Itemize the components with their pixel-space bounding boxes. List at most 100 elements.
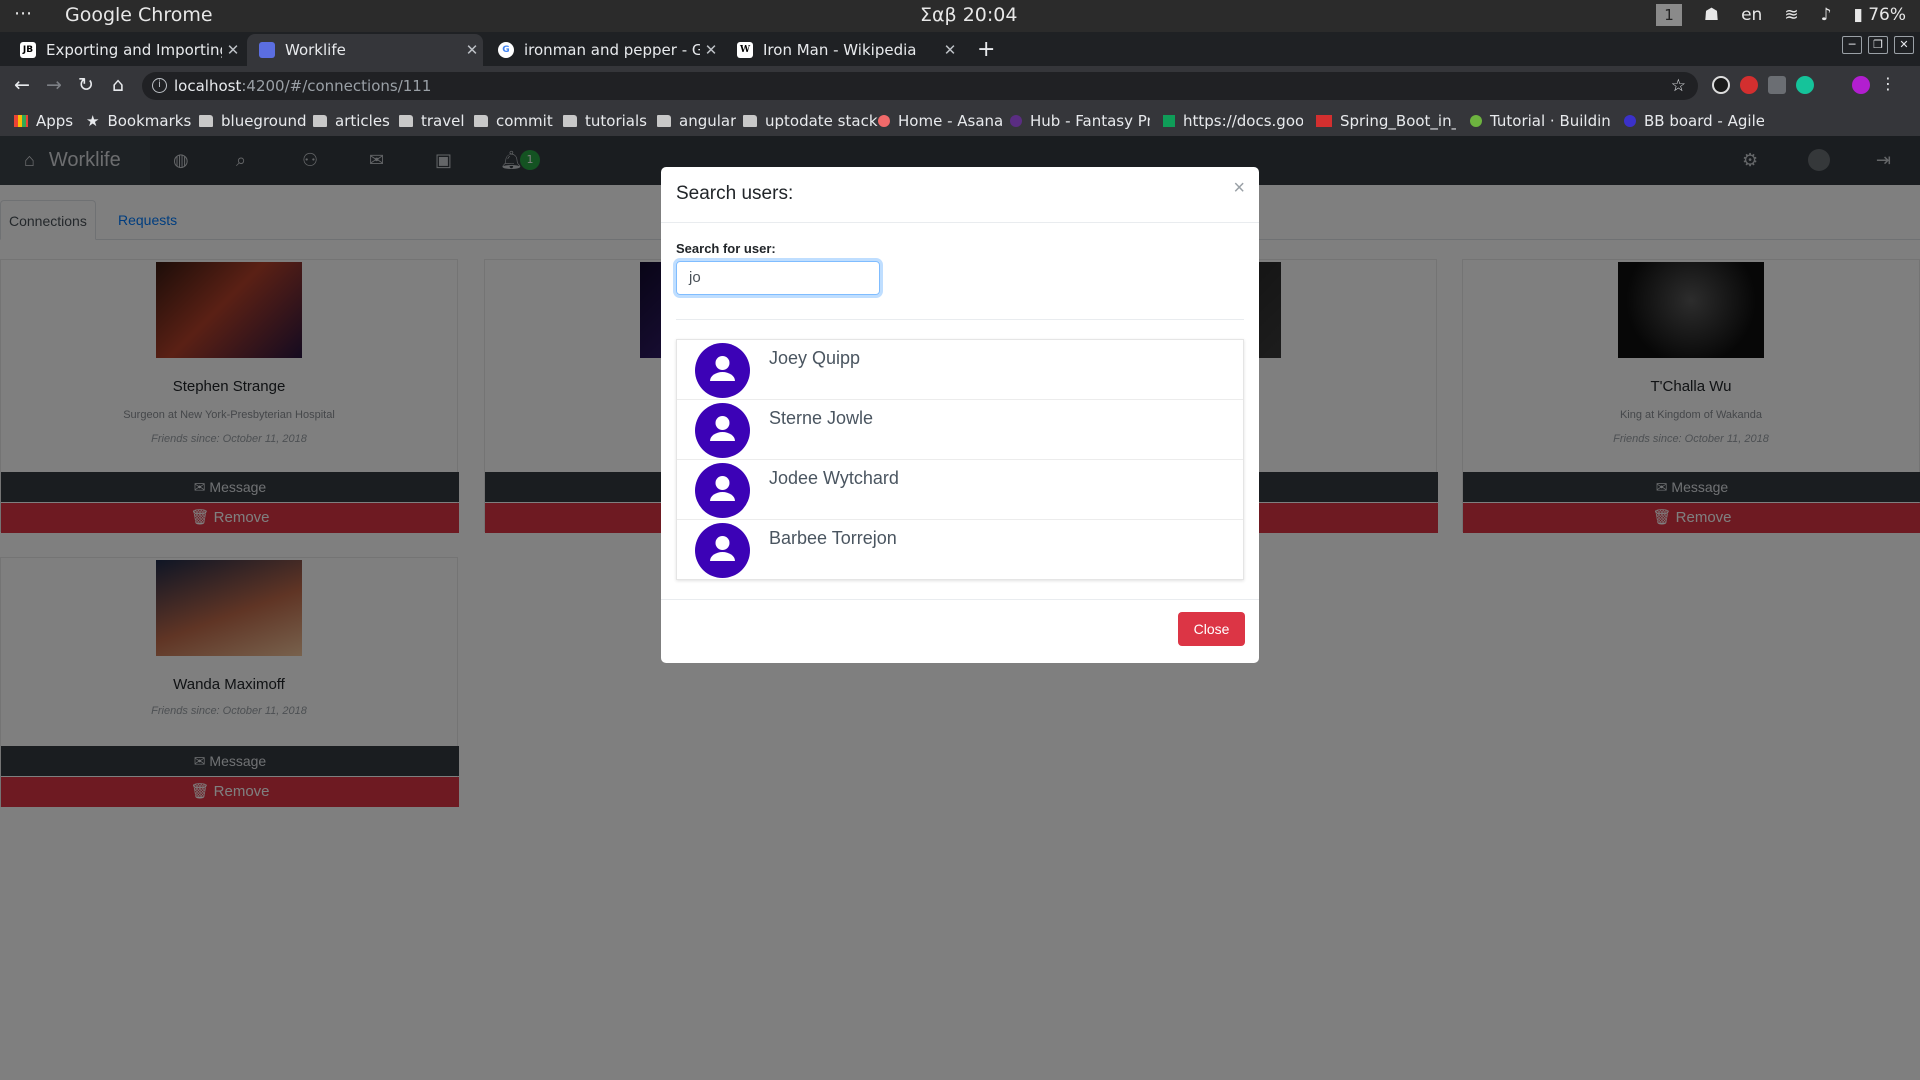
wifi-icon[interactable]: ≋ xyxy=(1784,5,1798,25)
asana-icon xyxy=(878,115,890,127)
home-icon[interactable]: ⌂ xyxy=(106,74,130,96)
google-favicon-icon: G xyxy=(498,42,514,58)
chrome-menu-icon[interactable]: ⋮ xyxy=(1880,76,1896,94)
search-result-item[interactable]: Joey Quipp xyxy=(677,340,1243,400)
google-sheets-icon xyxy=(1163,115,1175,127)
address-bar[interactable]: i localhost:4200/#/connections/111 ☆ xyxy=(142,72,1698,100)
result-name: Jodee Wytchard xyxy=(769,468,899,488)
bookmark-label: articles xyxy=(335,112,390,130)
forward-icon[interactable]: → xyxy=(42,74,66,96)
system-tray-icon[interactable]: ☗ xyxy=(1704,5,1719,25)
bookmark-folder[interactable]: articles xyxy=(313,112,390,130)
user-avatar-icon xyxy=(695,403,750,458)
folder-icon xyxy=(743,115,757,127)
folder-icon xyxy=(313,115,327,127)
workspace-indicator[interactable]: 1 xyxy=(1656,4,1682,26)
bookmark-label: Bookmarks xyxy=(107,112,192,130)
restore-icon[interactable]: ❐ xyxy=(1868,36,1888,54)
browser-tab-active[interactable]: Worklife ✕ xyxy=(247,34,483,66)
folder-icon xyxy=(474,115,488,127)
close-window-icon[interactable]: ✕ xyxy=(1894,36,1914,54)
bookmark-item[interactable]: Hub - Fantasy Pr xyxy=(1010,112,1150,130)
modal-title: Search users: xyxy=(676,183,794,204)
user-avatar-icon xyxy=(695,463,750,518)
browser-tab-title: ironman and pepper - Goo xyxy=(524,41,700,59)
bookmark-item[interactable]: ★ Bookmarks xyxy=(86,112,191,130)
extension-icon[interactable] xyxy=(1740,76,1758,94)
back-icon[interactable]: ← xyxy=(10,74,34,96)
user-avatar-icon xyxy=(695,523,750,578)
browser-tab[interactable]: JB Exporting and Importing Se ✕ xyxy=(8,34,244,66)
browser-tab[interactable]: G ironman and pepper - Goo ✕ xyxy=(486,34,722,66)
bookmark-label: Hub - Fantasy Pr xyxy=(1030,112,1150,130)
bookmark-apps[interactable]: Apps xyxy=(14,112,73,130)
keyboard-language[interactable]: en xyxy=(1741,5,1762,25)
activities-menu-icon[interactable]: ⋯ xyxy=(14,3,33,24)
browser-tab-title: Exporting and Importing Se xyxy=(46,41,222,59)
minimize-icon[interactable]: ─ xyxy=(1842,36,1862,54)
close-tab-icon[interactable]: ✕ xyxy=(222,41,244,59)
folder-icon xyxy=(563,115,577,127)
modal-footer xyxy=(661,599,1259,600)
fantasy-premier-icon xyxy=(1010,115,1022,127)
bookmark-item[interactable]: Tutorial · Building xyxy=(1470,112,1610,130)
bookmark-label: uptodate stack xyxy=(765,112,878,130)
extensions-area: ⋮ xyxy=(1712,76,1896,94)
modal-header: Search users: × xyxy=(661,167,1259,223)
bookmark-item[interactable]: Spring_Boot_in_/ xyxy=(1316,112,1456,130)
bookmark-label: blueground xyxy=(221,112,307,130)
bookmark-label: Spring_Boot_in_/ xyxy=(1340,112,1456,130)
grammarly-icon[interactable] xyxy=(1796,76,1814,94)
divider xyxy=(676,319,1244,320)
bookmark-folder[interactable]: travel xyxy=(399,112,465,130)
bookmark-folder[interactable]: uptodate stack xyxy=(743,112,878,130)
bookmark-item[interactable]: https://docs.goo xyxy=(1163,112,1303,130)
folder-icon xyxy=(399,115,413,127)
bookmark-label: Apps xyxy=(36,112,74,130)
apps-grid-icon xyxy=(14,115,28,127)
wikipedia-favicon-icon: W xyxy=(737,42,753,58)
bookmark-folder[interactable]: commit xyxy=(474,112,553,130)
search-input[interactable]: jo xyxy=(676,261,880,295)
bookmark-item[interactable]: Home - Asana xyxy=(878,112,1003,130)
extension-icon[interactable] xyxy=(1768,76,1786,94)
bookmark-label: travel xyxy=(421,112,465,130)
worklife-favicon-icon xyxy=(259,42,275,58)
bookmark-label: Home - Asana xyxy=(898,112,1004,130)
bb-board-icon xyxy=(1624,115,1636,127)
bookmark-label: tutorials xyxy=(585,112,647,130)
url-path: :4200/#/connections/111 xyxy=(241,77,432,95)
os-app-name[interactable]: Google Chrome xyxy=(65,4,213,26)
bookmark-item[interactable]: BB board - Agile xyxy=(1624,112,1764,130)
bookmark-star-icon[interactable]: ☆ xyxy=(1671,72,1686,100)
close-tab-icon[interactable]: ✕ xyxy=(700,41,722,59)
bookmark-folder[interactable]: blueground xyxy=(199,112,307,130)
battery-status[interactable]: ▮ 76% xyxy=(1853,5,1906,25)
browser-tab[interactable]: W Iron Man - Wikipedia ✕ xyxy=(725,34,961,66)
close-icon[interactable]: × xyxy=(1233,177,1245,200)
search-result-item[interactable]: Barbee Torrejon xyxy=(677,520,1243,580)
window-controls: ─ ❐ ✕ xyxy=(1842,36,1914,54)
site-info-icon[interactable]: i xyxy=(152,78,167,93)
bookmarks-bar: Apps ★ Bookmarks blueground articles trav… xyxy=(0,106,1920,136)
close-tab-icon[interactable]: ✕ xyxy=(939,41,961,59)
search-result-item[interactable]: Sterne Jowle xyxy=(677,400,1243,460)
bookmark-label: Tutorial · Building xyxy=(1490,112,1610,130)
profile-avatar[interactable] xyxy=(1852,76,1870,94)
result-name: Joey Quipp xyxy=(769,348,861,368)
search-result-item[interactable]: Jodee Wytchard xyxy=(677,460,1243,520)
bookmark-folder[interactable]: tutorials xyxy=(563,112,647,130)
os-clock[interactable]: Σαβ 20:04 xyxy=(920,4,1017,26)
volume-icon[interactable]: ♪ xyxy=(1821,5,1832,25)
extension-icon[interactable] xyxy=(1712,76,1730,94)
browser-tab-strip: JB Exporting and Importing Se ✕ Worklife… xyxy=(0,32,1920,66)
new-tab-button[interactable]: + xyxy=(977,37,995,62)
bookmark-folder[interactable]: angular xyxy=(657,112,736,130)
bookmark-label: angular xyxy=(679,112,737,130)
folder-icon xyxy=(657,115,671,127)
browser-tab-title: Iron Man - Wikipedia xyxy=(763,41,917,59)
reload-icon[interactable]: ↻ xyxy=(74,74,98,96)
close-tab-icon[interactable]: ✕ xyxy=(461,41,483,59)
close-button[interactable]: Close xyxy=(1178,612,1245,646)
